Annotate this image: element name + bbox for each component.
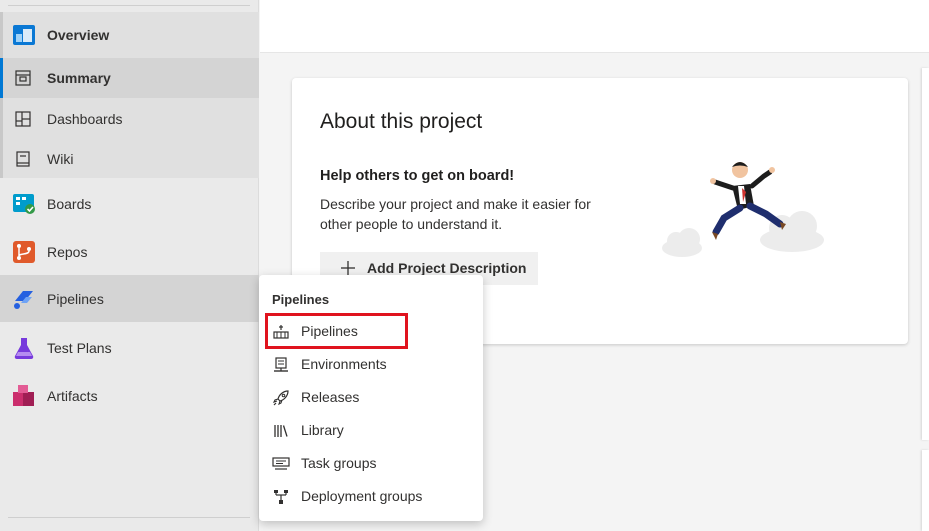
card-subtitle: Help others to get on board! [320, 168, 515, 184]
flyout-item-label: Library [301, 422, 344, 438]
flyout-item-label: Releases [301, 389, 360, 405]
flyout-item-library[interactable]: Library [259, 414, 483, 447]
sidebar-item-pipelines[interactable]: Pipelines [0, 275, 259, 322]
sidebar-item-label: Wiki [47, 151, 74, 167]
left-navigation: Overview Summary Dashboards Wiki Boards … [0, 0, 259, 531]
card-title: About this project [320, 110, 483, 133]
sidebar-item-dashboards[interactable]: Dashboards [0, 99, 259, 139]
flyout-title: Pipelines [272, 292, 330, 307]
jumping-person-illustration [662, 162, 824, 257]
card-description: Describe your project and make it easier… [320, 196, 591, 232]
sidebar-item-label: Dashboards [47, 111, 123, 127]
divider [8, 5, 250, 6]
library-icon [272, 422, 290, 440]
pipelines-icon [12, 287, 36, 311]
deployment-groups-icon [272, 488, 290, 506]
sidebar-item-label: Repos [47, 244, 88, 260]
summary-icon [14, 69, 32, 87]
flyout-item-label: Task groups [301, 455, 377, 471]
flyout-item-deployment-groups[interactable]: Deployment groups [259, 480, 483, 513]
right-panel-edge [922, 68, 929, 440]
pipelines-flyout-menu: Pipelines Pipelines Environments Release… [259, 275, 483, 521]
page-header [260, 0, 929, 53]
flyout-item-task-groups[interactable]: Task groups [259, 447, 483, 480]
boards-icon [12, 192, 36, 216]
sidebar-item-overview[interactable]: Overview [0, 14, 259, 56]
flyout-item-releases[interactable]: Releases [259, 381, 483, 414]
button-label: Add Project Description [367, 260, 527, 276]
sidebar-item-label: Overview [47, 27, 110, 43]
overview-icon [12, 23, 36, 47]
sidebar-item-artifacts[interactable]: Artifacts [0, 374, 259, 418]
artifacts-icon [12, 384, 36, 408]
flyout-item-label: Environments [301, 356, 387, 372]
sidebar-item-label: Summary [47, 70, 111, 86]
flyout-item-label: Deployment groups [301, 488, 423, 504]
wiki-icon [14, 150, 32, 168]
divider [8, 517, 250, 518]
sidebar-item-summary[interactable]: Summary [0, 58, 259, 98]
sidebar-item-label: Test Plans [47, 340, 112, 356]
sidebar-item-repos[interactable]: Repos [0, 230, 259, 274]
sidebar-item-test-plans[interactable]: Test Plans [0, 326, 259, 370]
sidebar-item-label: Artifacts [47, 388, 98, 404]
dashboards-icon [14, 110, 32, 128]
right-panel-edge [922, 450, 929, 531]
flyout-item-environments[interactable]: Environments [259, 348, 483, 381]
task-groups-icon [272, 455, 290, 473]
sidebar-item-wiki[interactable]: Wiki [0, 139, 259, 179]
rocket-icon [272, 389, 290, 407]
repos-icon [12, 240, 36, 264]
test-plans-icon [12, 336, 36, 360]
highlight-box [265, 313, 408, 349]
environments-icon [272, 356, 290, 374]
sidebar-item-boards[interactable]: Boards [0, 182, 259, 226]
sidebar-item-label: Pipelines [47, 290, 104, 307]
sidebar-item-label: Boards [47, 196, 92, 212]
selected-indicator [0, 58, 3, 98]
